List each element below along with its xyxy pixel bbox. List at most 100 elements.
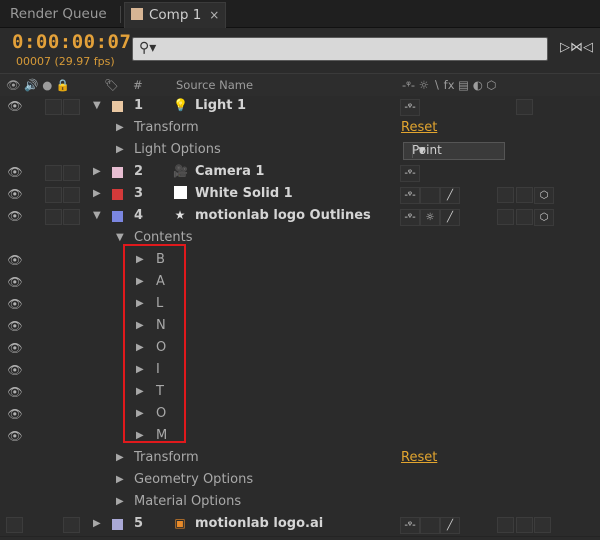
continuous-rasterize-icon[interactable]: ☼ (420, 209, 440, 226)
layer-name[interactable]: motionlab logo Outlines (195, 208, 371, 223)
visibility-switch[interactable] (6, 517, 23, 533)
property-geometry-options[interactable]: ▶ Geometry Options (0, 470, 600, 493)
layer-name[interactable]: White Solid 1 (195, 186, 293, 201)
visibility-eye-icon[interactable]: 👁 (6, 341, 24, 355)
layer-row-camera[interactable]: 👁 ▶ 2 🎥 Camera 1 -ᵠ- (0, 162, 600, 185)
close-icon[interactable]: × (209, 8, 219, 22)
property-light-options[interactable]: ▶ Light Options Point ▼ (0, 140, 600, 163)
solo-switch[interactable] (45, 99, 62, 115)
visibility-eye-icon[interactable]: 👁 (6, 297, 24, 311)
visibility-eye-icon[interactable]: 👁 (6, 429, 24, 443)
expand-triangle-icon[interactable]: ▶ (116, 496, 124, 507)
solo-switch[interactable] (45, 209, 62, 225)
visibility-eye-icon[interactable]: 👁 (6, 319, 24, 333)
quality-slash-icon[interactable]: ╱ (440, 517, 460, 534)
shy-switch-icon[interactable]: -ᵠ- (400, 165, 420, 182)
visibility-eye-icon[interactable]: 👁 (6, 253, 24, 267)
comp-flowchart-icon[interactable]: ▷⋈◁ (560, 40, 593, 56)
layer-name[interactable]: motionlab logo.ai (195, 516, 323, 531)
3d-switch[interactable] (534, 517, 551, 533)
expand-triangle-icon[interactable]: ▶ (93, 518, 101, 529)
adjustment-switch[interactable] (516, 187, 533, 203)
property-transform[interactable]: ▶ Transform Reset (0, 118, 600, 141)
lock-switch[interactable] (63, 209, 80, 225)
expand-triangle-icon[interactable]: ▶ (116, 144, 124, 155)
label-color-swatch[interactable] (112, 211, 123, 222)
layer-number: 3 (134, 186, 144, 201)
content-item-row[interactable]: 👁 ▶ M (0, 426, 600, 449)
expand-triangle-icon[interactable]: ▶ (116, 474, 124, 485)
motion-blur-switch[interactable] (497, 209, 514, 225)
quality-slash-icon[interactable]: ╱ (440, 209, 460, 226)
content-item-row[interactable]: 👁 ▶ T (0, 382, 600, 405)
label-color-swatch[interactable] (112, 167, 123, 178)
content-item-row[interactable]: 👁 ▶ O (0, 338, 600, 361)
content-item-row[interactable]: 👁 ▶ N (0, 316, 600, 339)
motion-blur-switch[interactable] (497, 187, 514, 203)
adjustment-switch[interactable] (516, 209, 533, 225)
label-color-swatch[interactable] (112, 189, 123, 200)
content-item-row[interactable]: 👁 ▶ L (0, 294, 600, 317)
visibility-eye-icon[interactable]: 👁 (6, 275, 24, 289)
lock-switch[interactable] (63, 165, 80, 181)
shy-switch-icon[interactable]: -ᵠ- (400, 99, 420, 116)
solo-switch[interactable] (45, 187, 62, 203)
layer-name[interactable]: Light 1 (195, 98, 246, 113)
label-tag-icon[interactable]: 🏷 (104, 78, 119, 92)
layer-name[interactable]: Camera 1 (195, 164, 264, 179)
content-item-row[interactable]: 👁 ▶ A (0, 272, 600, 295)
visibility-eye-icon[interactable]: 👁 (6, 363, 24, 377)
shy-switch-icon[interactable]: -ᵠ- (400, 209, 420, 226)
label-color-swatch[interactable] (112, 101, 123, 112)
layer-row-logo-outlines[interactable]: 👁 ▼ 4 ★ motionlab logo Outlines -ᵠ- ☼ ╱ … (0, 206, 600, 229)
lock-switch[interactable] (63, 187, 80, 203)
shy-switch-icon[interactable]: -ᵠ- (400, 187, 420, 204)
property-transform[interactable]: ▶ Transform Reset (0, 448, 600, 471)
reset-link[interactable]: Reset (401, 450, 437, 465)
current-timecode[interactable]: 0:00:00:07 (12, 31, 131, 53)
layer-row-logo-ai[interactable]: ▶ 5 ▣ motionlab logo.ai -ᵠ- ╱ (0, 514, 600, 537)
expand-triangle-icon[interactable]: ▶ (116, 122, 124, 133)
collapse-switch[interactable] (420, 187, 440, 204)
shy-switch-icon[interactable]: -ᵠ- (400, 517, 420, 534)
lock-switch[interactable] (63, 517, 80, 533)
visibility-eye-icon[interactable]: 👁 (6, 407, 24, 421)
label-color-swatch[interactable] (112, 519, 123, 530)
search-input[interactable] (163, 39, 542, 59)
collapse-switch[interactable] (420, 517, 440, 534)
expand-triangle-icon[interactable]: ▶ (93, 166, 101, 177)
motion-blur-switch[interactable] (497, 517, 514, 533)
light-type-dropdown[interactable]: Point ▼ (403, 142, 505, 160)
property-contents[interactable]: ▼ Contents (0, 228, 600, 251)
content-item-row[interactable]: 👁 ▶ O (0, 404, 600, 427)
visibility-eye-icon[interactable]: 👁 (6, 99, 24, 113)
3d-cube-icon[interactable]: ⬡ (534, 209, 554, 226)
quality-slash-icon[interactable]: ╱ (440, 187, 460, 204)
expand-triangle-icon[interactable]: ▶ (116, 452, 124, 463)
column-source-name[interactable]: Source Name (176, 78, 253, 92)
expand-triangle-icon[interactable]: ▼ (116, 232, 124, 243)
3d-switch[interactable] (516, 99, 533, 115)
visibility-eye-icon[interactable]: 👁 (6, 385, 24, 399)
lock-switch[interactable] (63, 99, 80, 115)
expand-triangle-icon[interactable]: ▼ (93, 100, 101, 111)
layer-row-light[interactable]: 👁 ▼ 1 💡 Light 1 -ᵠ- (0, 96, 600, 119)
3d-cube-icon[interactable]: ⬡ (534, 187, 554, 204)
expand-triangle-icon[interactable]: ▼ (93, 210, 101, 221)
content-item-row[interactable]: 👁 ▶ B (0, 250, 600, 273)
content-item-row[interactable]: 👁 ▶ I (0, 360, 600, 383)
search-field[interactable]: ⚲▾ (132, 37, 548, 61)
layer-row-white-solid[interactable]: 👁 ▶ 3 White Solid 1 -ᵠ- ╱ ⬡ (0, 184, 600, 207)
solo-switch[interactable] (45, 165, 62, 181)
tab-comp-1[interactable]: Comp 1 × (124, 2, 227, 28)
adjustment-switch[interactable] (516, 517, 533, 533)
visibility-eye-icon[interactable]: 👁 (6, 209, 24, 223)
visibility-eye-icon[interactable]: 👁 (6, 165, 24, 179)
visibility-eye-icon[interactable]: 👁 (6, 187, 24, 201)
expand-triangle-icon[interactable]: ▶ (93, 188, 101, 199)
property-material-options[interactable]: ▶ Material Options (0, 492, 600, 515)
reset-link[interactable]: Reset (401, 120, 437, 135)
column-number: # (133, 78, 143, 92)
tab-render-queue[interactable]: Render Queue (0, 2, 117, 27)
search-icon[interactable]: ⚲▾ (139, 40, 156, 56)
